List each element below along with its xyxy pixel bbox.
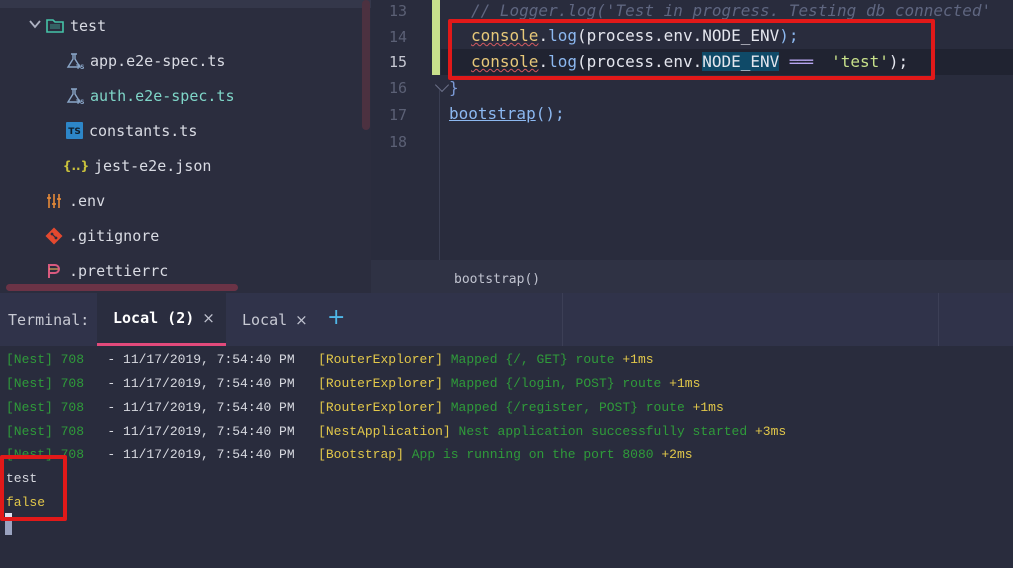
tree-item-label: .env bbox=[69, 191, 106, 210]
terminal-tab-bar: Terminal: Local (2) × Local × + bbox=[0, 293, 1013, 346]
tree-item-label: .prettierrc bbox=[69, 261, 169, 280]
indent-guide bbox=[439, 90, 440, 260]
tree-item-constants[interactable]: TS constants.ts bbox=[0, 113, 360, 148]
tree-item-label: test bbox=[70, 16, 107, 35]
tab-divider bbox=[938, 293, 939, 346]
log-line: [Nest] 708 - 11/17/2019, 7:54:40 PM [Rou… bbox=[6, 376, 701, 391]
tree-item-label: constants.ts bbox=[89, 121, 198, 140]
editor-breadcrumb[interactable]: bootstrap() bbox=[371, 260, 1013, 293]
close-icon[interactable]: × bbox=[202, 309, 215, 327]
add-terminal-icon[interactable]: + bbox=[327, 305, 345, 330]
highlight-box-output bbox=[0, 455, 67, 521]
sidebar-top-strip bbox=[0, 0, 371, 8]
tab-label: Local bbox=[242, 310, 288, 329]
svg-text:TS: TS bbox=[76, 99, 84, 105]
terminal-title: Terminal: bbox=[8, 311, 90, 329]
tree-item-auth-e2e-spec[interactable]: TS auth.e2e-spec.ts bbox=[0, 78, 360, 113]
git-icon bbox=[45, 227, 63, 245]
close-icon[interactable]: × bbox=[295, 311, 308, 329]
line-number: 15 bbox=[388, 53, 408, 71]
svg-text:TS: TS bbox=[76, 64, 84, 70]
sidebar-horizontal-scrollbar[interactable] bbox=[6, 284, 238, 291]
file-explorer-sidebar: test TS app.e2e-spec.ts TS auth.e2e-spec… bbox=[0, 0, 371, 293]
tree-item-prettierrc[interactable]: .prettierrc bbox=[0, 253, 360, 288]
log-line: [Nest] 708 - 11/17/2019, 7:54:40 PM [Rou… bbox=[6, 352, 654, 367]
prettier-icon bbox=[45, 262, 63, 280]
tree-item-folder-test[interactable]: test bbox=[0, 8, 360, 43]
tab-local[interactable]: Local × bbox=[226, 293, 314, 346]
log-line: [Nest] 708 - 11/17/2019, 7:54:40 PM [Boo… bbox=[6, 447, 693, 462]
test-flask-icon: TS bbox=[66, 52, 84, 70]
tree-item-label: auth.e2e-spec.ts bbox=[90, 86, 235, 105]
line-number: 13 bbox=[388, 2, 408, 20]
typescript-file-icon: TS bbox=[66, 122, 83, 139]
fold-end-icon[interactable] bbox=[434, 77, 450, 93]
tree-item-label: jest-e2e.json bbox=[94, 156, 212, 175]
tab-local-2[interactable]: Local (2) × bbox=[97, 293, 226, 346]
breadcrumb-item[interactable]: bootstrap() bbox=[454, 272, 540, 287]
line-number-gutter: 13 14 15 16 17 18 bbox=[371, 0, 431, 260]
line-number: 14 bbox=[388, 28, 408, 46]
folder-icon bbox=[46, 17, 64, 35]
code-line-17: bootstrap(); bbox=[449, 101, 565, 127]
terminal-panel[interactable]: Terminal: Local (2) × Local × + [Nest] 7… bbox=[0, 293, 1013, 568]
tree-item-gitignore[interactable]: .gitignore bbox=[0, 218, 360, 253]
log-line: [Nest] 708 - 11/17/2019, 7:54:40 PM [Nes… bbox=[6, 424, 787, 439]
tab-label: Local (2) bbox=[113, 309, 195, 327]
tree-item-env[interactable]: .env bbox=[0, 183, 360, 218]
test-flask-icon: TS bbox=[66, 87, 84, 105]
code-token-function: bootstrap bbox=[449, 104, 536, 123]
sidebar-vertical-scrollbar[interactable] bbox=[362, 0, 370, 130]
tree-item-label: app.e2e-spec.ts bbox=[90, 51, 226, 70]
tree-item-label: .gitignore bbox=[69, 226, 160, 245]
line-number: 16 bbox=[388, 79, 408, 97]
code-token: (); bbox=[535, 104, 565, 123]
chevron-down-icon[interactable] bbox=[28, 17, 42, 31]
log-line: [Nest] 708 - 11/17/2019, 7:54:40 PM [Rou… bbox=[6, 400, 724, 415]
tab-divider bbox=[562, 293, 563, 346]
line-number: 18 bbox=[388, 133, 408, 151]
tree-item-app-e2e-spec[interactable]: TS app.e2e-spec.ts bbox=[0, 43, 360, 78]
json-file-icon: {..} bbox=[62, 158, 90, 173]
git-modified-indicator bbox=[432, 0, 440, 75]
line-number: 17 bbox=[388, 106, 408, 124]
highlight-box-code bbox=[448, 19, 935, 80]
tree-item-jest-e2e-json[interactable]: {..} jest-e2e.json bbox=[0, 148, 360, 183]
env-settings-icon bbox=[45, 192, 63, 210]
